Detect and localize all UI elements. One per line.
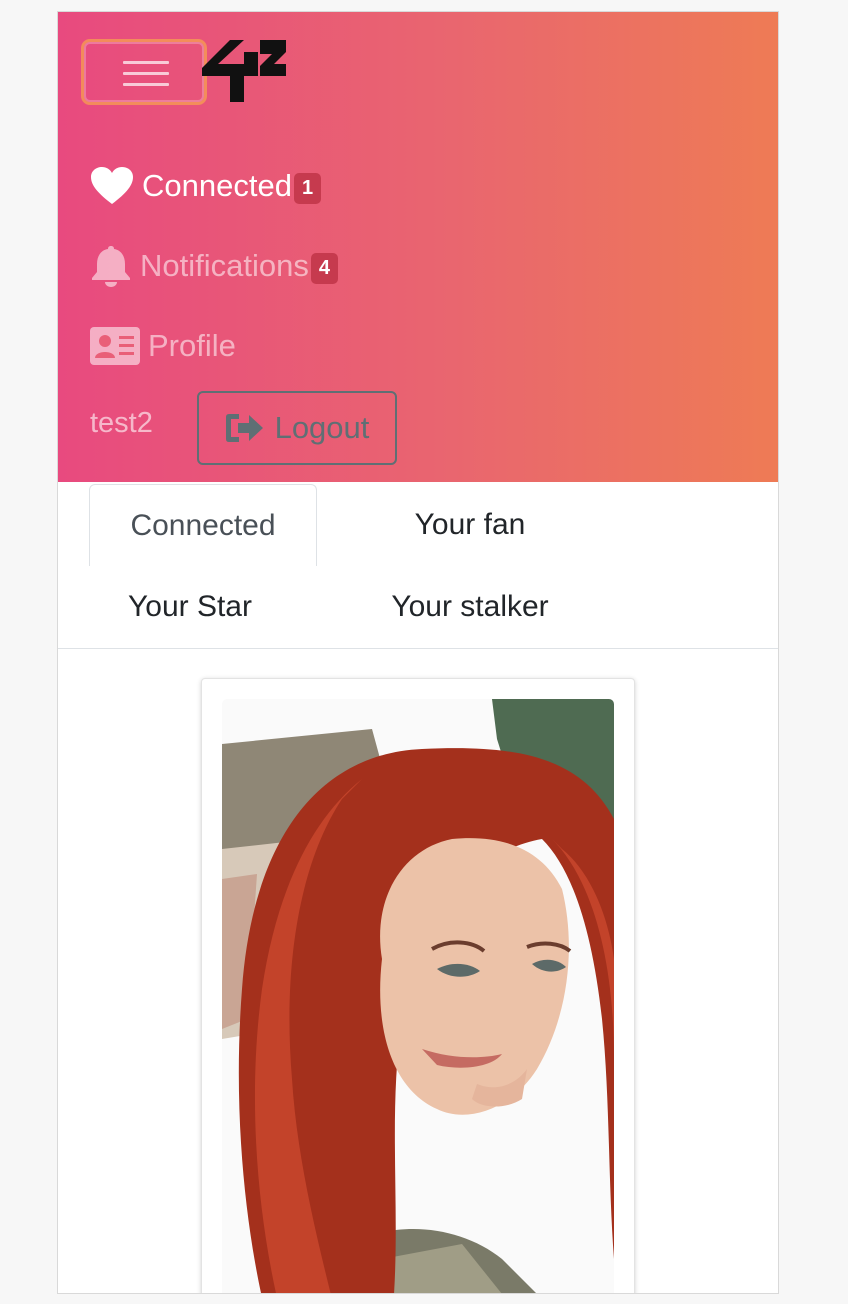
username-label: test2 (90, 407, 153, 439)
tab-connected[interactable]: Connected (89, 484, 317, 566)
logout-label: Logout (274, 410, 370, 445)
hamburger-line (123, 83, 169, 86)
tab-your-fan[interactable]: Your fan (378, 484, 562, 566)
logo-42[interactable] (200, 40, 286, 104)
nav-item-connected[interactable]: Connected 1 (90, 163, 322, 209)
nav-item-notifications[interactable]: Notifications 4 (90, 243, 338, 289)
nav-item-label: Notifications (140, 248, 309, 283)
nav-item-label: Profile (148, 328, 236, 363)
profile-photo[interactable] (222, 699, 614, 1294)
tab-bar: Connected Your fan Your Star Your stalke… (58, 482, 778, 649)
sign-out-icon (225, 412, 265, 444)
bell-icon (90, 244, 132, 288)
hamburger-line (123, 72, 169, 75)
nav-item-profile[interactable]: Profile (90, 323, 236, 369)
id-card-icon (90, 327, 140, 365)
logout-button[interactable]: Logout (197, 391, 397, 465)
hamburger-icon (123, 61, 169, 64)
tab-your-star[interactable]: Your Star (98, 566, 282, 648)
menu-toggle-button[interactable] (84, 42, 204, 102)
notifications-count-badge: 4 (310, 252, 338, 284)
app-frame: Connected 1 Notifications 4 Profile test… (57, 11, 779, 1294)
navbar: Connected 1 Notifications 4 Profile test… (58, 12, 778, 482)
tab-your-stalker[interactable]: Your stalker (366, 566, 574, 648)
connected-count-badge: 1 (293, 172, 322, 204)
heart-icon (90, 166, 134, 206)
nav-item-label: Connected (142, 168, 292, 203)
profile-card[interactable] (201, 678, 635, 1294)
